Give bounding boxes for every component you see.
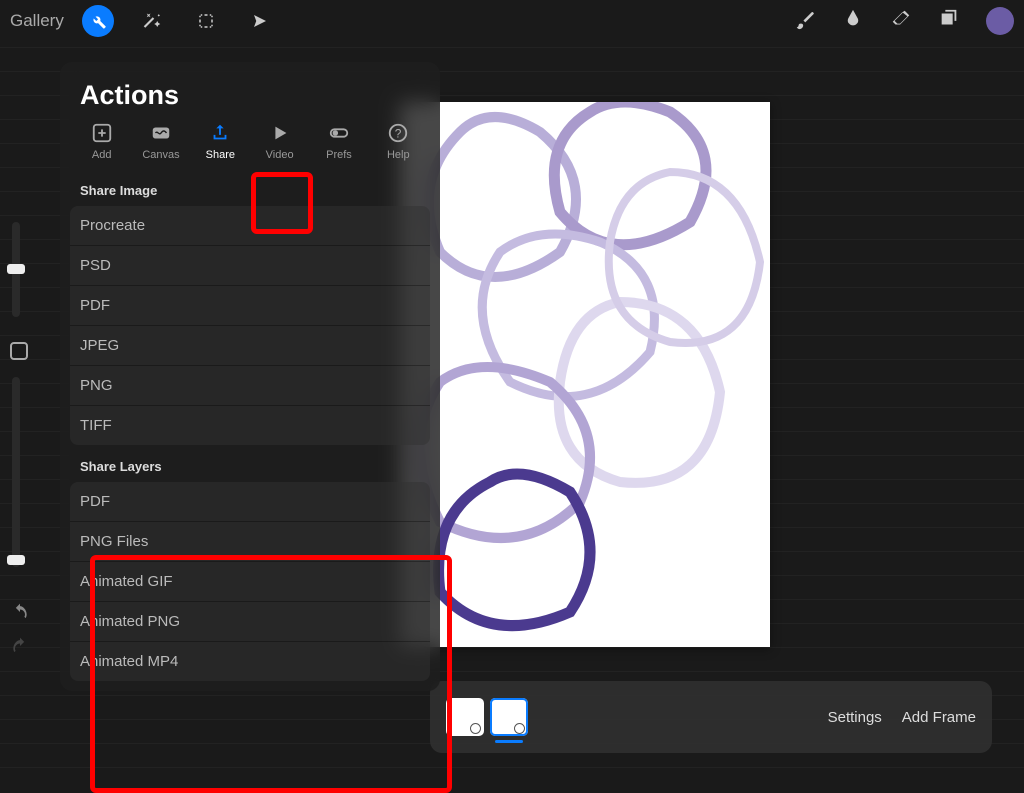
smudge-icon bbox=[842, 8, 864, 30]
animation-frame-thumb[interactable] bbox=[446, 698, 484, 736]
share-layers-animated-mp4-option[interactable]: Animated MP4 bbox=[70, 642, 430, 681]
wrench-icon bbox=[89, 12, 107, 30]
animation-bar: Settings Add Frame bbox=[430, 681, 992, 753]
selection-icon bbox=[197, 12, 215, 30]
selection-tool-button[interactable] bbox=[190, 5, 222, 37]
play-icon bbox=[269, 122, 291, 144]
tab-help-label: Help bbox=[387, 149, 410, 161]
share-jpeg-option[interactable]: JPEG bbox=[70, 326, 430, 366]
actions-panel: Actions Add Canvas Share Video Prefs ? H… bbox=[60, 62, 440, 691]
opacity-thumb[interactable] bbox=[7, 555, 25, 565]
share-icon bbox=[209, 122, 231, 144]
svg-text:?: ? bbox=[395, 127, 402, 141]
layers-icon bbox=[938, 8, 960, 30]
brush-size-thumb[interactable] bbox=[7, 264, 25, 274]
brush-icon bbox=[794, 8, 816, 30]
tab-share[interactable]: Share bbox=[195, 121, 245, 161]
tab-add[interactable]: Add bbox=[77, 121, 127, 161]
share-image-list: Procreate PSD PDF JPEG PNG TIFF bbox=[70, 206, 430, 445]
wand-icon bbox=[143, 12, 161, 30]
brush-size-slider[interactable] bbox=[12, 222, 20, 317]
share-layers-pdf-option[interactable]: PDF bbox=[70, 482, 430, 522]
tab-prefs[interactable]: Prefs bbox=[314, 121, 364, 161]
wrench-tool-button[interactable] bbox=[82, 5, 114, 37]
right-tool-group bbox=[794, 7, 1014, 35]
share-pdf-option[interactable]: PDF bbox=[70, 286, 430, 326]
share-layers-png-files-option[interactable]: PNG Files bbox=[70, 522, 430, 562]
share-layers-animated-png-option[interactable]: Animated PNG bbox=[70, 602, 430, 642]
share-image-section-label: Share Image bbox=[60, 169, 440, 206]
canvas-icon bbox=[150, 122, 172, 144]
opacity-slider[interactable] bbox=[12, 377, 20, 567]
animation-settings-button[interactable]: Settings bbox=[828, 709, 882, 726]
tab-help[interactable]: ? Help bbox=[373, 121, 423, 161]
share-layers-list: PDF PNG Files Animated GIF Animated PNG … bbox=[70, 482, 430, 681]
actions-tab-row: Add Canvas Share Video Prefs ? Help bbox=[60, 121, 440, 169]
add-icon bbox=[91, 122, 113, 144]
modify-square-button[interactable] bbox=[10, 342, 28, 360]
gallery-link[interactable]: Gallery bbox=[10, 11, 64, 31]
share-procreate-option[interactable]: Procreate bbox=[70, 206, 430, 246]
tab-add-label: Add bbox=[92, 149, 112, 161]
artwork-content bbox=[400, 102, 770, 647]
transform-tool-button[interactable] bbox=[244, 5, 276, 37]
share-tiff-option[interactable]: TIFF bbox=[70, 406, 430, 445]
tab-video-label: Video bbox=[266, 149, 294, 161]
share-layers-animated-gif-option[interactable]: Animated GIF bbox=[70, 562, 430, 602]
tab-video[interactable]: Video bbox=[255, 121, 305, 161]
share-layers-section-label: Share Layers bbox=[60, 445, 440, 482]
animation-add-frame-button[interactable]: Add Frame bbox=[902, 709, 976, 726]
animation-frame-thumb[interactable] bbox=[490, 698, 528, 736]
wand-tool-button[interactable] bbox=[136, 5, 168, 37]
share-psd-option[interactable]: PSD bbox=[70, 246, 430, 286]
top-toolbar: Gallery bbox=[0, 0, 1024, 42]
toggle-icon bbox=[328, 122, 350, 144]
smudge-tool-button[interactable] bbox=[842, 8, 864, 35]
tab-share-label: Share bbox=[206, 149, 235, 161]
color-swatch-button[interactable] bbox=[986, 7, 1014, 35]
arrow-icon bbox=[251, 12, 269, 30]
undo-redo-group bbox=[10, 602, 30, 670]
layers-button[interactable] bbox=[938, 8, 960, 35]
actions-title: Actions bbox=[60, 62, 440, 121]
tab-canvas[interactable]: Canvas bbox=[136, 121, 186, 161]
tab-canvas-label: Canvas bbox=[142, 149, 179, 161]
share-png-option[interactable]: PNG bbox=[70, 366, 430, 406]
undo-icon[interactable] bbox=[10, 602, 30, 622]
eraser-icon bbox=[890, 8, 912, 30]
brush-tool-button[interactable] bbox=[794, 8, 816, 35]
redo-icon[interactable] bbox=[10, 636, 30, 656]
eraser-tool-button[interactable] bbox=[890, 8, 912, 35]
canvas-document[interactable] bbox=[400, 102, 770, 647]
tab-prefs-label: Prefs bbox=[326, 149, 352, 161]
left-tool-group bbox=[82, 5, 276, 37]
help-icon: ? bbox=[387, 122, 409, 144]
